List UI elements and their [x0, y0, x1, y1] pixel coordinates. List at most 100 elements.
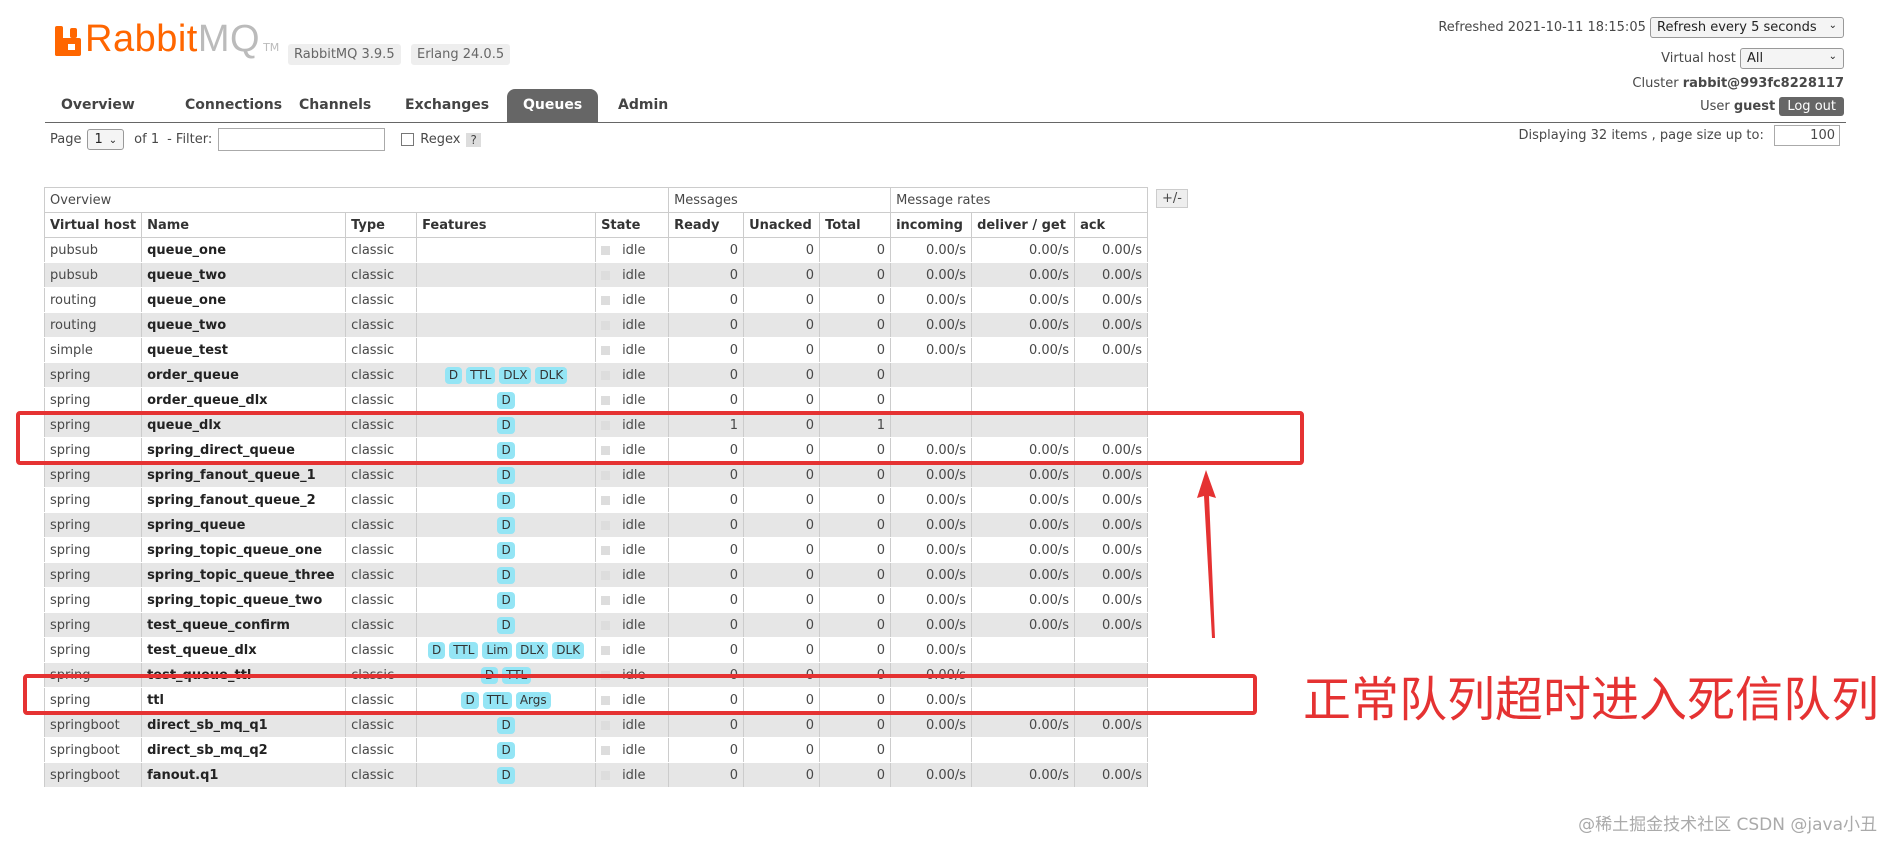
- col-ack[interactable]: ack: [1074, 212, 1149, 238]
- col-ready[interactable]: Ready: [668, 212, 745, 238]
- cell-total: 0: [819, 512, 892, 538]
- cell-incoming: 0.00/s: [890, 537, 973, 563]
- col-state[interactable]: State: [595, 212, 670, 238]
- feature-badge: Lim: [482, 641, 513, 659]
- col-deliver-get[interactable]: deliver / get: [971, 212, 1076, 238]
- table-row: spring order_queue_dlx classic Didle 0 0 0: [43, 387, 1149, 413]
- cell-ready: 0: [668, 237, 745, 263]
- cell-state: idle: [595, 712, 670, 738]
- tab-connections[interactable]: Connections: [169, 89, 298, 122]
- col-incoming[interactable]: incoming: [890, 212, 973, 238]
- cell-deliver-get: [971, 737, 1076, 763]
- tab-queues[interactable]: Queues: [507, 89, 599, 122]
- feature-badge: D: [497, 391, 515, 409]
- cell-deliver-get: [971, 637, 1076, 663]
- vhost-area: Virtual host All ⌄: [1661, 48, 1844, 69]
- cell-queue-name-link[interactable]: test_queue_confirm: [141, 612, 347, 638]
- cell-queue-name-link[interactable]: direct_sb_mq_q2: [141, 737, 347, 763]
- col-unacked[interactable]: Unacked: [743, 212, 821, 238]
- tab-exchanges[interactable]: Exchanges: [389, 89, 505, 122]
- cell-queue-name-link[interactable]: queue_two: [141, 262, 347, 288]
- column-toggle-button[interactable]: +/-: [1156, 189, 1188, 208]
- state-text: idle: [622, 342, 646, 358]
- cell-ack: 0.00/s: [1074, 462, 1149, 488]
- cell-incoming: 0.00/s: [890, 637, 973, 663]
- col-virtual-host[interactable]: Virtual host: [43, 212, 143, 238]
- col-total[interactable]: Total: [819, 212, 892, 238]
- feature-badge: D: [497, 741, 515, 759]
- cell-type: classic: [345, 562, 418, 588]
- page-select[interactable]: 1 ⌄: [87, 129, 125, 150]
- state-text: idle: [622, 317, 646, 333]
- cell-total: 0: [819, 462, 892, 488]
- cell-ready: 0: [668, 312, 745, 338]
- regex-checkbox[interactable]: [401, 133, 415, 146]
- state-text: idle: [622, 567, 646, 583]
- display-info: Displaying 32 items , page size up to: 1…: [1518, 125, 1840, 146]
- page-size-input[interactable]: 100: [1774, 125, 1840, 146]
- feature-badge: TTL: [449, 641, 479, 659]
- cell-ready: 0: [668, 587, 745, 613]
- cell-type: classic: [345, 337, 418, 363]
- feature-badge: D: [497, 466, 515, 484]
- cell-unacked: 0: [743, 262, 821, 288]
- cell-queue-name-link[interactable]: order_queue_dlx: [141, 387, 347, 413]
- cell-queue-name-link[interactable]: queue_one: [141, 237, 347, 263]
- regex-help-button[interactable]: ?: [466, 132, 481, 147]
- cell-queue-name-link[interactable]: spring_fanout_queue_1: [141, 462, 347, 488]
- cell-queue-name-link[interactable]: direct_sb_mq_q1: [141, 712, 347, 738]
- cell-queue-name-link[interactable]: order_queue: [141, 362, 347, 388]
- cell-queue-name-link[interactable]: queue_one: [141, 287, 347, 313]
- state-indicator-icon: [601, 395, 611, 405]
- state-indicator-icon: [601, 245, 611, 255]
- cell-state: idle: [595, 237, 670, 263]
- cell-ready: 0: [668, 562, 745, 588]
- cell-queue-name-link[interactable]: spring_queue: [141, 512, 347, 538]
- cell-features: D TTL Lim DLX DLK: [416, 637, 597, 663]
- col-type[interactable]: Type: [345, 212, 418, 238]
- cell-deliver-get: 0.00/s: [971, 587, 1076, 613]
- cell-ready: 0: [668, 712, 745, 738]
- state-text: idle: [622, 717, 646, 733]
- state-indicator-icon: [601, 545, 611, 555]
- cell-ack: 0.00/s: [1074, 562, 1149, 588]
- col-features[interactable]: Features: [416, 212, 597, 238]
- table-row: spring order_queue classic D TTL DLX DLK idle 0 0…: [43, 362, 1149, 388]
- cell-queue-name-link[interactable]: fanout.q1: [141, 762, 347, 788]
- col-name[interactable]: Name: [141, 212, 347, 238]
- annotation-text: 正常队列超时进入死信队列: [1303, 672, 1880, 728]
- annotation-arrow-icon: [1197, 470, 1216, 638]
- cell-features: D: [416, 387, 597, 413]
- state-text: idle: [622, 767, 646, 783]
- table-row: pubsub queue_two classic idle 0 0 0 0.00/s 0.00/…: [43, 262, 1149, 288]
- cell-queue-name-link[interactable]: spring_fanout_queue_2: [141, 487, 347, 513]
- cell-unacked: 0: [743, 362, 821, 388]
- cell-queue-name-link[interactable]: queue_test: [141, 337, 347, 363]
- main-tabs: Overview Connections Channels Exchanges …: [45, 89, 1846, 123]
- cell-total: 0: [819, 312, 892, 338]
- cell-queue-name-link[interactable]: spring_topic_queue_two: [141, 587, 347, 613]
- cell-queue-name-link[interactable]: test_queue_dlx: [141, 637, 347, 663]
- cell-virtual-host: springboot: [43, 737, 143, 763]
- cell-queue-name-link[interactable]: spring_topic_queue_one: [141, 537, 347, 563]
- cell-deliver-get: 0.00/s: [971, 337, 1076, 363]
- cell-features: D: [416, 462, 597, 488]
- cell-queue-name-link[interactable]: spring_topic_queue_three: [141, 562, 347, 588]
- state-text: idle: [622, 592, 646, 608]
- vhost-select[interactable]: All ⌄: [1740, 48, 1844, 69]
- group-messages: Messages: [668, 187, 892, 213]
- cell-unacked: 0: [743, 337, 821, 363]
- state-indicator-icon: [601, 595, 611, 605]
- trademark: TM: [263, 41, 280, 54]
- cell-state: idle: [595, 312, 670, 338]
- filter-input[interactable]: [218, 128, 386, 151]
- cell-queue-name-link[interactable]: queue_two: [141, 312, 347, 338]
- display-count-text: Displaying 32 items , page size up to:: [1518, 128, 1764, 143]
- tab-overview[interactable]: Overview: [45, 89, 151, 122]
- table-row: springboot direct_sb_mq_q2 classic Didle 0 0 0: [43, 737, 1149, 763]
- refresh-interval-select[interactable]: Refresh every 5 seconds ⌄: [1650, 17, 1844, 38]
- tab-channels[interactable]: Channels: [283, 89, 387, 122]
- cell-deliver-get: 0.00/s: [971, 462, 1076, 488]
- tab-admin[interactable]: Admin: [602, 89, 684, 122]
- cell-unacked: 0: [743, 312, 821, 338]
